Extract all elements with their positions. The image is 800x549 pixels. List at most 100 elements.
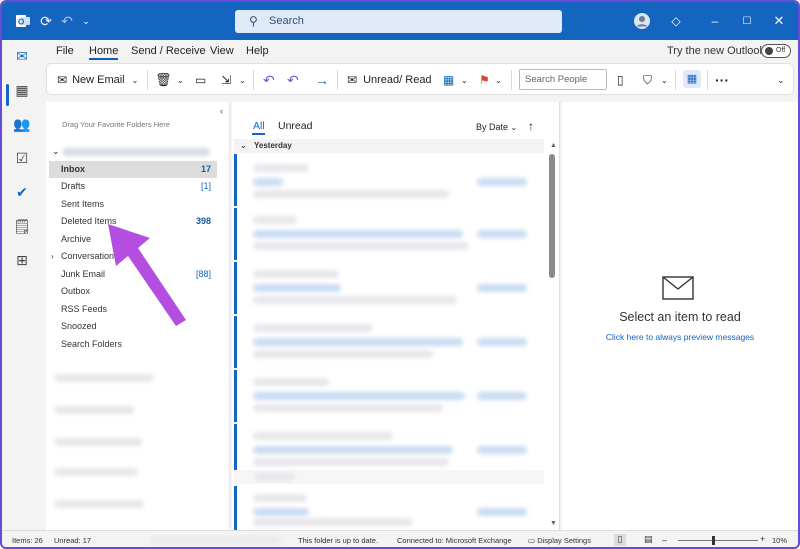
new-email-label: New Email	[72, 74, 125, 86]
mail-icon[interactable]: ✉	[12, 48, 32, 66]
close-icon[interactable]: ✕	[772, 12, 786, 30]
other-account[interactable]	[54, 500, 144, 508]
subject	[253, 508, 309, 516]
menu-bar: File Home Send / Receive View Help Try t…	[42, 40, 798, 62]
layout-button[interactable]: ▦	[683, 70, 701, 88]
unread-count: Unread: 17	[54, 536, 92, 545]
chevron-down-icon[interactable]: ⌄	[661, 72, 668, 88]
display-settings-button[interactable]: ▭ Display Settings	[528, 536, 591, 545]
sync-icon[interactable]: ⟳	[39, 12, 53, 30]
scroll-down-icon[interactable]: ▼	[550, 520, 557, 527]
folder-label: Drafts	[61, 181, 86, 191]
chevron-right-icon[interactable]: ›	[51, 248, 54, 265]
time	[477, 284, 527, 292]
reading-view-icon[interactable]: ▤	[644, 534, 653, 545]
search-people-input[interactable]: Search People	[519, 69, 607, 90]
sender	[253, 324, 373, 332]
list-item[interactable]	[234, 370, 544, 422]
tab-unread[interactable]: Unread	[278, 120, 312, 132]
zoom-slider[interactable]	[678, 536, 758, 545]
zoom-slider-thumb[interactable]	[712, 536, 715, 545]
new-outlook-toggle[interactable]: Off	[761, 44, 791, 58]
divider	[511, 70, 512, 90]
outlook-window: O ⟳ ↶ ⌄ ⚲ Search ◇ – ☐ ✕ ✉ ▦ 👥 ☑ ✔ 🗒 ⊞ F…	[0, 0, 800, 549]
zoom-in-icon[interactable]: +	[760, 534, 765, 544]
apps-icon[interactable]: ⊞	[12, 252, 32, 270]
notes-icon[interactable]: 🗒	[12, 218, 32, 236]
folder-sent-items[interactable]: Sent Items	[49, 196, 217, 213]
address-book-icon[interactable]: ▯	[617, 72, 624, 88]
reply-all-icon[interactable]: ↶	[287, 72, 299, 88]
other-account[interactable]	[54, 468, 138, 476]
sort-by-date[interactable]: By Date ⌄	[476, 122, 517, 132]
scroll-up-icon[interactable]: ▲	[550, 142, 557, 149]
minimize-icon[interactable]: –	[708, 12, 722, 30]
scrollbar-thumb[interactable]	[549, 154, 555, 278]
calendar-icon[interactable]: ▦	[12, 82, 32, 100]
diamond-icon[interactable]: ◇	[669, 12, 683, 30]
menu-send-receive[interactable]: Send / Receive	[131, 45, 206, 57]
folder-inbox[interactable]: Inbox 17	[49, 161, 217, 178]
normal-view-icon[interactable]: ▯	[614, 534, 626, 546]
list-item[interactable]	[234, 424, 544, 476]
archive-icon[interactable]: ▭	[195, 72, 206, 88]
maximize-icon[interactable]: ☐	[740, 12, 754, 30]
todo-icon[interactable]: ✔	[12, 184, 32, 202]
folder-status: This folder is up to date.	[298, 536, 379, 545]
avatar[interactable]	[633, 12, 651, 30]
people-icon[interactable]: 👥	[12, 116, 32, 134]
chevron-down-icon[interactable]: ⌄	[461, 72, 468, 88]
menu-help[interactable]: Help	[246, 45, 269, 57]
delete-icon[interactable]: 🗑	[155, 72, 172, 88]
menu-file[interactable]: File	[56, 45, 74, 57]
search-box[interactable]: ⚲ Search	[235, 10, 562, 33]
chevron-down-icon[interactable]: ⌄	[495, 72, 502, 88]
list-item[interactable]	[234, 154, 544, 206]
message-group[interactable]	[234, 470, 544, 484]
other-account[interactable]	[54, 374, 154, 382]
status-bar: Items: 26 Unread: 17 This folder is up t…	[2, 530, 798, 547]
sort-direction-icon[interactable]: ↑	[528, 119, 534, 133]
scrollbar[interactable]: ▲ ▼	[548, 142, 557, 530]
undo-icon[interactable]: ↶	[60, 12, 74, 30]
chevron-down-icon[interactable]: ⌄	[239, 72, 246, 88]
ribbon-collapse-icon[interactable]: ⌄	[777, 72, 785, 88]
new-email-button[interactable]: ✉ New Email ⌄	[57, 72, 138, 88]
categorize-icon[interactable]: ▦	[443, 72, 454, 88]
chevron-down-icon[interactable]: ⌄	[52, 146, 60, 157]
toggle-state-label: Off	[776, 47, 786, 54]
list-item[interactable]	[234, 316, 544, 368]
menu-home[interactable]: Home	[89, 45, 119, 60]
time	[477, 392, 527, 400]
tab-underline	[252, 133, 265, 135]
forward-icon[interactable]: →	[315, 72, 329, 88]
list-item[interactable]	[234, 208, 544, 260]
tasks-icon[interactable]: ☑	[12, 150, 32, 168]
other-account[interactable]	[54, 438, 142, 446]
chevron-down-icon[interactable]: ⌄	[177, 72, 184, 88]
list-item[interactable]	[234, 262, 544, 314]
list-item[interactable]	[234, 486, 544, 530]
zoom-out-icon[interactable]: –	[662, 535, 667, 545]
subject	[253, 284, 341, 292]
tab-all[interactable]: All	[253, 120, 265, 132]
filter-icon[interactable]: ⛉	[643, 72, 652, 88]
folder-label: RSS Feeds	[61, 304, 108, 314]
preview-messages-link[interactable]: Click here to always preview messages	[562, 332, 798, 342]
menu-view[interactable]: View	[210, 45, 234, 57]
more-options-icon[interactable]: ···	[715, 72, 729, 88]
collapse-pane-icon[interactable]: ‹	[220, 106, 223, 116]
unread-read-button[interactable]: ✉ Unread/ Read	[347, 72, 432, 88]
annotation-arrow	[108, 224, 186, 326]
divider	[707, 70, 708, 90]
group-yesterday[interactable]: ⌄ Yesterday	[234, 139, 544, 153]
flag-icon[interactable]: ⚑	[479, 72, 490, 88]
chevron-down-icon[interactable]: ⌄	[81, 12, 91, 30]
folder-search-folders[interactable]: Search Folders	[49, 336, 217, 353]
other-account[interactable]	[54, 406, 134, 414]
folder-drafts[interactable]: Drafts [1]	[49, 178, 217, 195]
move-icon[interactable]: ⇲	[221, 72, 231, 88]
account-name[interactable]	[62, 148, 210, 156]
folder-label: Junk Email	[61, 269, 106, 279]
reply-icon[interactable]: ↶	[263, 72, 275, 88]
